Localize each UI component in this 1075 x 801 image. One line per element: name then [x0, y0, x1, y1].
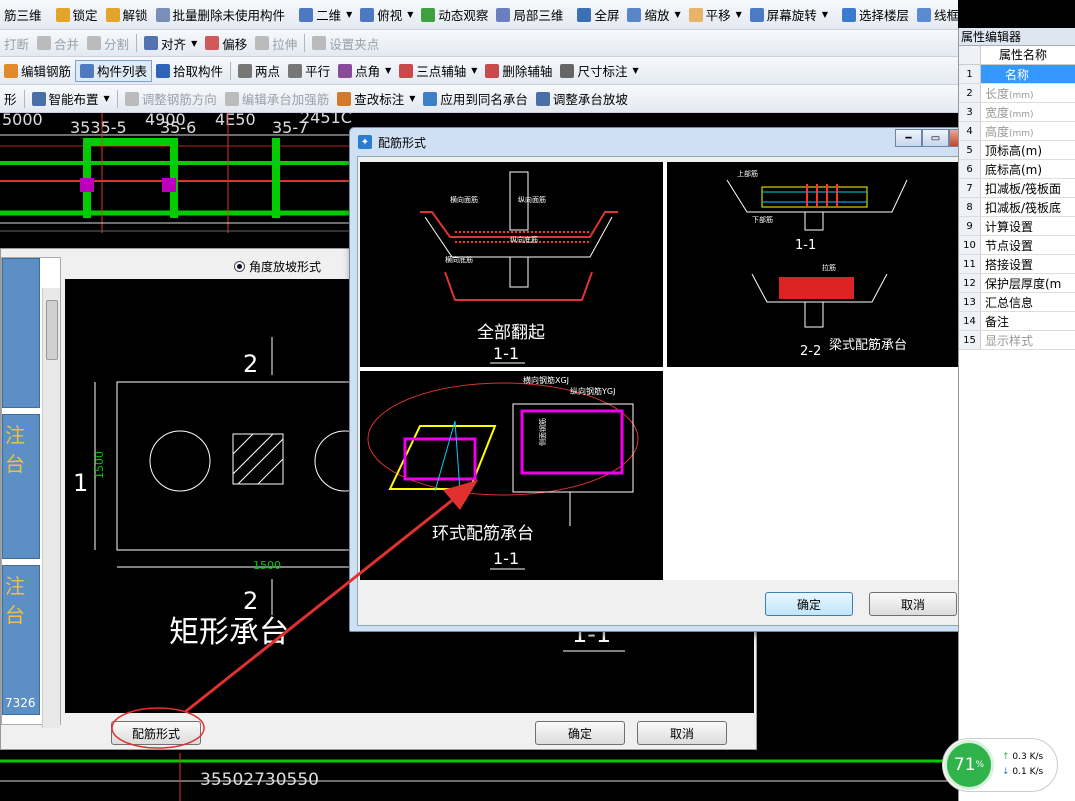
- property-name: 显示样式: [985, 333, 1034, 348]
- panel-title: 属性编辑器: [959, 28, 1075, 46]
- row-number: 3: [959, 103, 981, 121]
- column-header: 属性名称: [999, 48, 1048, 62]
- network-speed-widget[interactable]: 71% ↑ 0.3 K/s ↓ 0.1 K/s: [942, 738, 1058, 792]
- property-name: 宽度(mm): [985, 105, 1034, 120]
- row-number: 5: [959, 141, 981, 159]
- property-row[interactable]: 8 扣减板/筏板底: [959, 198, 1075, 217]
- annotation-circle: [111, 707, 205, 749]
- property-row[interactable]: 12 保护层厚度(m: [959, 274, 1075, 293]
- annotation-arrow: [184, 496, 456, 714]
- property-row[interactable]: 9 计算设置: [959, 217, 1075, 236]
- property-row[interactable]: 6 底标高(m): [959, 160, 1075, 179]
- property-name: 节点设置: [985, 238, 1034, 253]
- row-number: 15: [959, 331, 981, 349]
- property-name: 底标高(m): [985, 162, 1043, 177]
- row-number: 13: [959, 293, 981, 311]
- speed-percent: 71%: [944, 740, 994, 790]
- property-row[interactable]: 5 顶标高(m): [959, 141, 1075, 160]
- property-row[interactable]: 7 扣减板/筏板面: [959, 179, 1075, 198]
- row-number: 6: [959, 160, 981, 178]
- row-number: 2: [959, 84, 981, 102]
- property-name: 长度(mm): [985, 86, 1034, 101]
- upload-icon: ↑: [1002, 752, 1010, 762]
- row-number: 9: [959, 217, 981, 235]
- property-name: 备注: [985, 314, 1010, 329]
- download-speed: 0.1 K/s: [1012, 767, 1044, 777]
- property-row[interactable]: 15 显示样式: [959, 331, 1075, 350]
- property-name: 名称: [981, 65, 1075, 83]
- property-row[interactable]: 4 高度(mm): [959, 122, 1075, 141]
- property-name: 高度(mm): [985, 124, 1034, 139]
- annotation-overlay: [111, 480, 478, 749]
- download-icon: ↓: [1002, 767, 1010, 777]
- property-name: 保护层厚度(m: [985, 276, 1062, 291]
- property-row[interactable]: 2 长度(mm): [959, 84, 1075, 103]
- property-row[interactable]: 11 搭接设置: [959, 255, 1075, 274]
- row-number: 12: [959, 274, 981, 292]
- property-name: 搭接设置: [985, 257, 1034, 272]
- property-row[interactable]: 1 名称: [959, 65, 1075, 84]
- row-number: 10: [959, 236, 981, 254]
- property-row[interactable]: 13 汇总信息: [959, 293, 1075, 312]
- row-number: 4: [959, 122, 981, 140]
- arrowhead-icon: [443, 480, 478, 510]
- row-number: 8: [959, 198, 981, 216]
- property-name: 扣减板/筏板底: [985, 200, 1062, 215]
- property-row[interactable]: 14 备注: [959, 312, 1075, 331]
- row-number: 14: [959, 312, 981, 330]
- upload-speed: 0.3 K/s: [1012, 752, 1044, 762]
- row-number: 7: [959, 179, 981, 197]
- property-row[interactable]: 3 宽度(mm): [959, 103, 1075, 122]
- property-name: 顶标高(m): [985, 143, 1043, 158]
- row-number: 11: [959, 255, 981, 273]
- property-editor: 属性编辑器 属性名称 1 名称 2 长度(mm) 3 宽度(mm) 4 高度(mm) 5 顶标高(…: [958, 28, 1075, 801]
- property-name: 汇总信息: [985, 295, 1034, 310]
- property-name: 扣减板/筏板面: [985, 181, 1062, 196]
- property-name: 计算设置: [985, 219, 1034, 234]
- row-number: 1: [959, 65, 981, 83]
- property-row[interactable]: 10 节点设置: [959, 236, 1075, 255]
